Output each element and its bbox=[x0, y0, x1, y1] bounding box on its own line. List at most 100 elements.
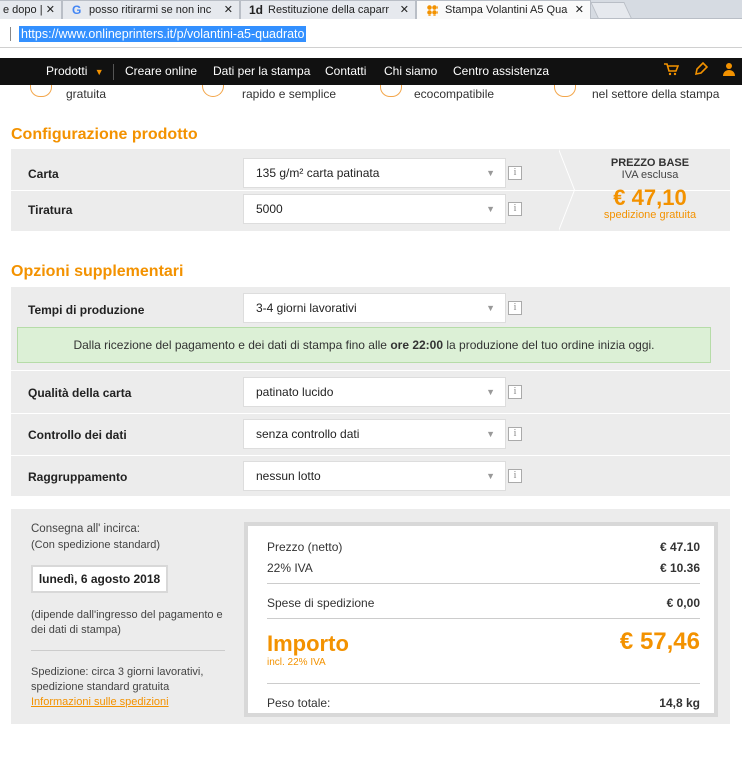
info-icon[interactable]: i bbox=[508, 427, 522, 441]
delivery-shipping: Spedizione: circa 3 giorni lavorativi, s… bbox=[31, 666, 204, 693]
chevron-down-icon: ▼ bbox=[486, 303, 495, 313]
vat-value: € 10.36 bbox=[659, 561, 700, 575]
controllo-label: Controllo dei dati bbox=[28, 428, 127, 442]
truck-icon bbox=[30, 85, 52, 97]
award-icon bbox=[554, 85, 576, 97]
price-summary: Prezzo (netto) € 47.10 22% IVA € 10.36 S… bbox=[244, 522, 718, 717]
net-value: € 47.10 bbox=[659, 540, 700, 554]
benefit-label: gratuita bbox=[66, 87, 107, 101]
new-tab-button[interactable] bbox=[590, 2, 632, 18]
raggruppamento-select[interactable]: nessun lotto ▼ bbox=[243, 461, 506, 491]
total-sub: incl. 22% IVA bbox=[267, 657, 326, 668]
close-icon[interactable]: ✕ bbox=[400, 1, 409, 19]
net-row: Prezzo (netto) € 47.10 bbox=[267, 540, 700, 554]
nav-divider bbox=[113, 64, 114, 80]
row-divider bbox=[11, 455, 730, 456]
delivery-divider bbox=[31, 650, 225, 651]
delivery-depends: (dipende dall'ingresso del pagamento e d… bbox=[31, 609, 223, 636]
config-title: Configurazione prodotto bbox=[11, 126, 198, 143]
address-bar[interactable]: https://www.onlineprinters.it/p/volantin… bbox=[0, 19, 742, 48]
vat-label: 22% IVA bbox=[267, 561, 313, 575]
vat-row: 22% IVA € 10.36 bbox=[267, 561, 700, 575]
order-summary-area: Consegna all' incirca: (Con spedizione s… bbox=[11, 509, 730, 724]
carta-select[interactable]: 135 g/m² carta patinata ▼ bbox=[243, 158, 506, 188]
tab-4-label: Stampa Volantini A5 Qua bbox=[445, 4, 568, 16]
base-price-sub: IVA esclusa bbox=[621, 169, 679, 181]
weight-value: 14,8 kg bbox=[659, 696, 700, 710]
note-text-2: la produzione del tuo ordine inizia oggi… bbox=[446, 338, 655, 352]
tiratura-select[interactable]: 5000 ▼ bbox=[243, 194, 506, 224]
shipping-value: € 0,00 bbox=[666, 596, 700, 610]
controllo-select[interactable]: senza controllo dati ▼ bbox=[243, 419, 506, 449]
site-icon: 1d bbox=[249, 3, 264, 17]
carta-value: 135 g/m² carta patinata bbox=[256, 166, 380, 180]
options-title: Opzioni supplementari bbox=[11, 263, 184, 280]
total-label: Importo bbox=[267, 631, 349, 656]
benefits-strip: gratuita rapido e semplice ecocompatibil… bbox=[0, 85, 742, 105]
qualita-select[interactable]: patinato lucido ▼ bbox=[243, 377, 506, 407]
close-icon[interactable]: ✕ bbox=[575, 1, 584, 19]
row-divider bbox=[11, 370, 730, 371]
tab-1-label: e dopo | bbox=[3, 4, 43, 16]
close-icon[interactable]: ✕ bbox=[46, 1, 55, 19]
net-label: Prezzo (netto) bbox=[267, 540, 343, 554]
shipping-info-link[interactable]: Informazioni sulle spedizioni bbox=[31, 696, 169, 708]
nav-chi-siamo[interactable]: Chi siamo bbox=[384, 58, 437, 85]
info-icon[interactable]: i bbox=[508, 202, 522, 216]
nav-prodotti[interactable]: Prodotti ▼ bbox=[46, 58, 104, 85]
shipping-label: Spese di spedizione bbox=[267, 596, 375, 610]
base-price-label: PREZZO BASE bbox=[610, 157, 690, 169]
tab-3[interactable]: 1d Restituzione della caparr ✕ bbox=[240, 0, 416, 19]
chevron-down-icon: ▼ bbox=[486, 168, 495, 178]
tag-icon[interactable] bbox=[692, 61, 710, 80]
address-divider bbox=[10, 27, 11, 41]
tab-4[interactable]: Stampa Volantini A5 Qua ✕ bbox=[416, 0, 591, 19]
tab-3-label: Restituzione della caparr bbox=[268, 4, 390, 16]
info-icon[interactable]: i bbox=[508, 166, 522, 180]
summary-divider bbox=[267, 583, 700, 584]
browser-tab-bar: e dopo | ✕ G posso ritirarmi se non inc … bbox=[0, 0, 742, 19]
qualita-value: patinato lucido bbox=[256, 385, 334, 399]
tab-2-label: posso ritirarmi se non inc bbox=[89, 4, 212, 16]
nav-dati-stampa[interactable]: Dati per la stampa bbox=[213, 58, 310, 85]
nav-centro-assistenza[interactable]: Centro assistenza bbox=[453, 58, 549, 85]
tiratura-label: Tiratura bbox=[28, 203, 73, 217]
tiratura-value: 5000 bbox=[256, 202, 283, 216]
tab-2[interactable]: G posso ritirarmi se non inc ✕ bbox=[62, 0, 240, 19]
base-price-box: PREZZO BASE IVA esclusa € 47,10 spedizio… bbox=[560, 152, 730, 232]
google-icon: G bbox=[72, 3, 82, 17]
raggruppamento-label: Raggruppamento bbox=[28, 470, 128, 484]
tempi-value: 3-4 giorni lavorativi bbox=[256, 301, 357, 315]
nav-prodotti-label: Prodotti bbox=[46, 64, 88, 78]
weight-label: Peso totale: bbox=[267, 696, 331, 710]
chevron-down-icon: ▼ bbox=[486, 429, 495, 439]
url-text[interactable]: https://www.onlineprinters.it/p/volantin… bbox=[19, 26, 307, 42]
chevron-down-icon: ▼ bbox=[486, 387, 495, 397]
clock-icon bbox=[202, 85, 224, 97]
benefit-label: ecocompatibile bbox=[414, 87, 495, 101]
site-nav: Prodotti ▼ Creare online Dati per la sta… bbox=[0, 58, 742, 85]
controllo-value: senza controllo dati bbox=[256, 427, 360, 441]
caret-down-icon: ▼ bbox=[94, 67, 104, 77]
tempi-select[interactable]: 3-4 giorni lavorativi ▼ bbox=[243, 293, 506, 323]
leaf-icon bbox=[380, 85, 402, 97]
note-text: Dalla ricezione del pagamento e dei dati… bbox=[73, 338, 387, 352]
base-price-note: spedizione gratuita bbox=[603, 209, 697, 221]
nav-creare-online[interactable]: Creare online bbox=[125, 58, 197, 85]
close-icon[interactable]: ✕ bbox=[224, 1, 233, 19]
nav-contatti[interactable]: Contatti bbox=[325, 58, 366, 85]
shipping-row: Spese di spedizione € 0,00 bbox=[267, 596, 700, 610]
info-icon[interactable]: i bbox=[508, 469, 522, 483]
production-note: Dalla ricezione del pagamento e dei dati… bbox=[17, 327, 711, 363]
info-icon[interactable]: i bbox=[508, 385, 522, 399]
summary-divider bbox=[267, 683, 700, 684]
tab-1[interactable]: e dopo | ✕ bbox=[0, 0, 62, 19]
chevron-down-icon: ▼ bbox=[486, 471, 495, 481]
user-icon[interactable] bbox=[720, 62, 738, 80]
carta-label: Carta bbox=[28, 167, 59, 181]
delivery-date: lunedì, 6 agosto 2018 bbox=[31, 565, 168, 593]
cart-icon[interactable] bbox=[662, 62, 680, 80]
total-value: € 57,46 bbox=[619, 628, 700, 655]
qualita-label: Qualità della carta bbox=[28, 386, 132, 400]
info-icon[interactable]: i bbox=[508, 301, 522, 315]
